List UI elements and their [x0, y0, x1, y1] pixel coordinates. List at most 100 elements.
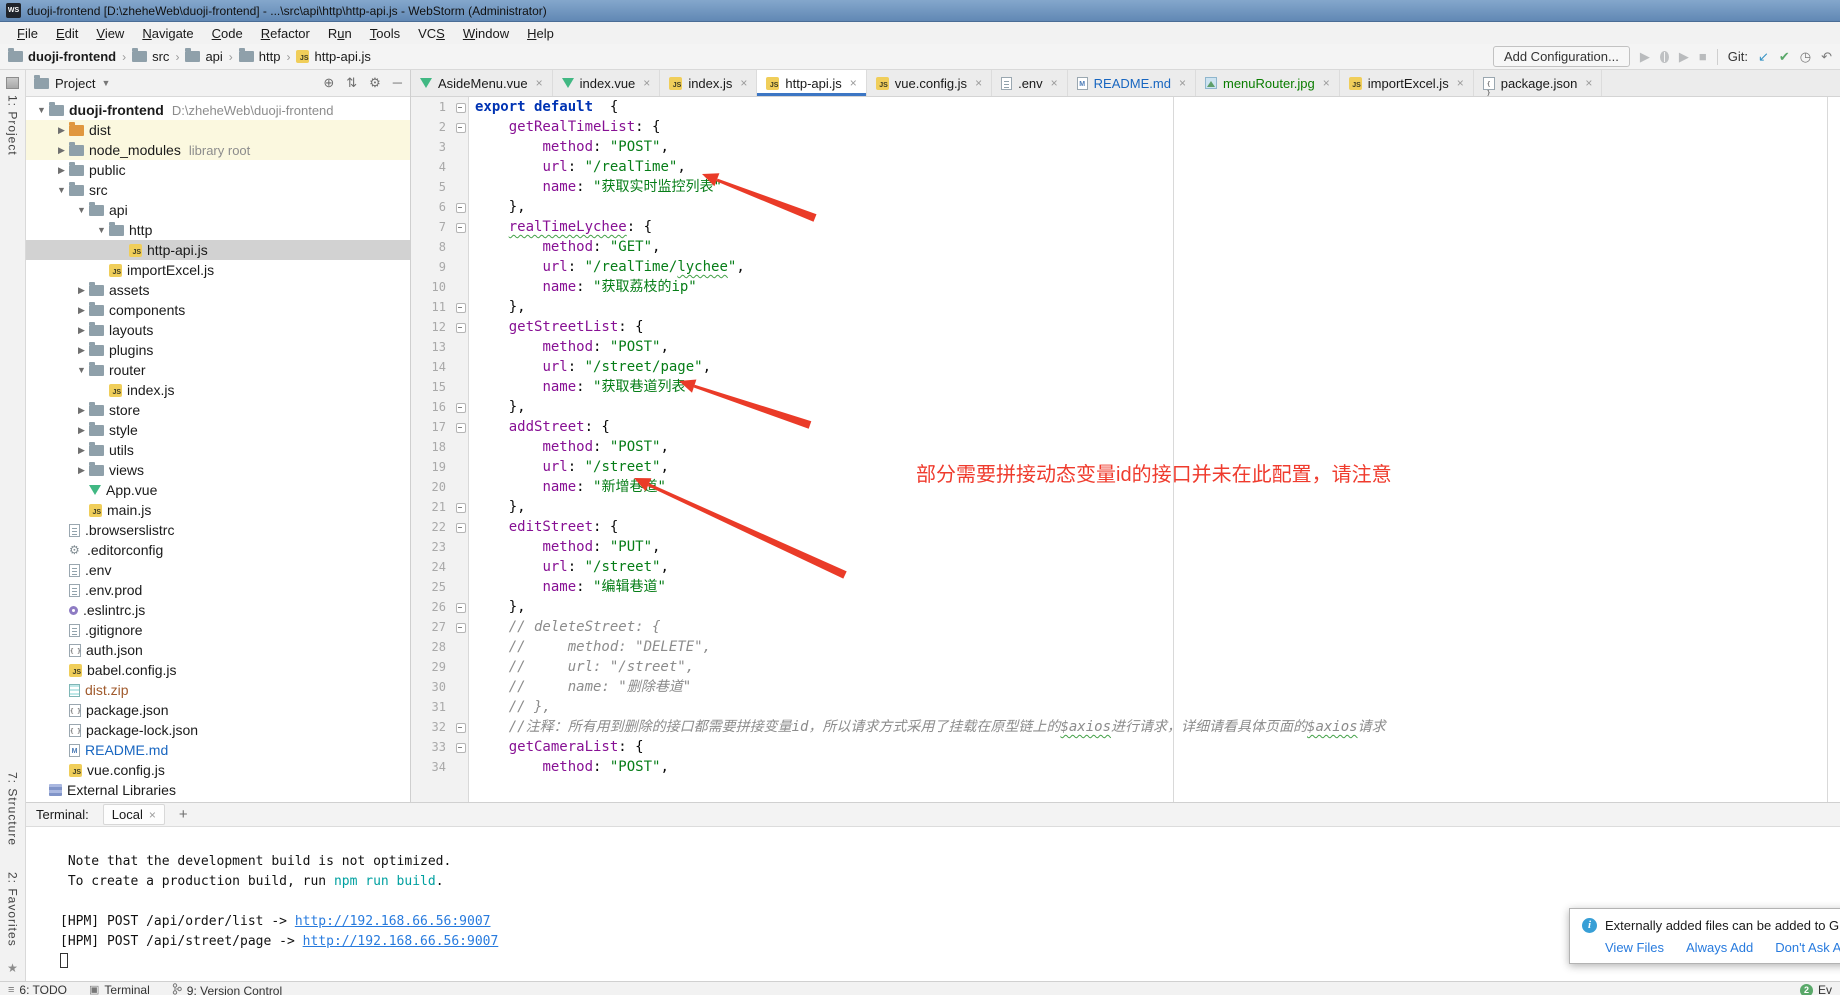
- menu-help[interactable]: Help: [518, 26, 563, 41]
- git-history-icon[interactable]: ◷: [1800, 49, 1811, 65]
- tree-item[interactable]: ▶dist: [26, 120, 410, 140]
- notification-action-always-add[interactable]: Always Add: [1686, 940, 1753, 955]
- editor-tab-asidemenu-vue[interactable]: AsideMenu.vue×: [411, 70, 553, 96]
- tree-item[interactable]: package.json: [26, 700, 410, 720]
- fold-marker-icon[interactable]: [453, 117, 469, 137]
- tree-toggle-icon[interactable]: ▶: [54, 125, 69, 136]
- fold-marker-icon[interactable]: [453, 297, 469, 317]
- breadcrumb-item[interactable]: src: [132, 49, 169, 64]
- tree-item[interactable]: App.vue: [26, 480, 410, 500]
- code-line[interactable]: 12 getStreetList: {: [411, 317, 1840, 337]
- close-icon[interactable]: ×: [536, 76, 543, 90]
- tree-item[interactable]: http-api.js: [26, 240, 410, 260]
- code-line[interactable]: 2 getRealTimeList: {: [411, 117, 1840, 137]
- tree-item[interactable]: vue.config.js: [26, 760, 410, 780]
- tree-toggle-icon[interactable]: ▶: [74, 345, 89, 356]
- code-line[interactable]: 17 addStreet: {: [411, 417, 1840, 437]
- code-line[interactable]: 6 },: [411, 197, 1840, 217]
- tree-item[interactable]: ▶views: [26, 460, 410, 480]
- tree-toggle-icon[interactable]: ▶: [74, 425, 89, 436]
- code-line[interactable]: 18 method: "POST",: [411, 437, 1840, 457]
- close-icon[interactable]: ×: [1051, 76, 1058, 90]
- editor-tab-vue-config-js[interactable]: vue.config.js×: [867, 70, 992, 96]
- tree-item[interactable]: ▶assets: [26, 280, 410, 300]
- menu-code[interactable]: Code: [203, 26, 252, 41]
- new-terminal-icon[interactable]: +: [179, 806, 188, 823]
- close-icon[interactable]: ×: [643, 76, 650, 90]
- code-line[interactable]: 33 getCameraList: {: [411, 737, 1840, 757]
- tree-item[interactable]: ▶store: [26, 400, 410, 420]
- code-line[interactable]: 11 },: [411, 297, 1840, 317]
- tree-toggle-icon[interactable]: ▼: [54, 185, 69, 195]
- locate-file-icon[interactable]: ⊕: [323, 75, 334, 91]
- fold-marker-icon[interactable]: [453, 617, 469, 637]
- fold-marker-icon[interactable]: [453, 517, 469, 537]
- tree-toggle-icon[interactable]: ▶: [54, 145, 69, 156]
- code-line[interactable]: 23 method: "PUT",: [411, 537, 1840, 557]
- hide-panel-icon[interactable]: ─: [393, 75, 402, 91]
- tree-item[interactable]: README.md: [26, 740, 410, 760]
- editor-tab-index-vue[interactable]: index.vue×: [553, 70, 661, 96]
- terminal-link[interactable]: http://192.168.66.56:9007: [295, 914, 491, 929]
- tree-toggle-icon[interactable]: ▶: [74, 285, 89, 296]
- fold-marker-icon[interactable]: [453, 97, 469, 117]
- project-tool-icon[interactable]: [6, 77, 19, 89]
- notification-action-view-files[interactable]: View Files: [1605, 940, 1664, 955]
- fold-marker-icon[interactable]: [453, 397, 469, 417]
- add-configuration-button[interactable]: Add Configuration...: [1493, 46, 1630, 67]
- stripe-structure-button[interactable]: 7: Structure: [6, 772, 20, 846]
- tree-toggle-icon[interactable]: ▶: [54, 165, 69, 176]
- code-line[interactable]: 15 name: "获取巷道列表": [411, 377, 1840, 397]
- collapse-all-icon[interactable]: ⇅: [346, 75, 357, 91]
- tree-item[interactable]: ▶style: [26, 420, 410, 440]
- code-line[interactable]: 3 method: "POST",: [411, 137, 1840, 157]
- close-icon[interactable]: ×: [1585, 76, 1592, 90]
- git-rollback-icon[interactable]: ↶: [1821, 49, 1832, 65]
- tree-item[interactable]: auth.json: [26, 640, 410, 660]
- close-icon[interactable]: ×: [975, 76, 982, 90]
- menu-edit[interactable]: Edit: [47, 26, 87, 41]
- tree-toggle-icon[interactable]: ▶: [74, 445, 89, 456]
- breadcrumb-item[interactable]: duoji-frontend: [8, 49, 116, 64]
- code-line[interactable]: 5 name: "获取实时监控列表": [411, 177, 1840, 197]
- debug-icon[interactable]: [1660, 51, 1669, 63]
- code-line[interactable]: 14 url: "/street/page",: [411, 357, 1840, 377]
- tree-toggle-icon[interactable]: ▼: [94, 225, 109, 235]
- tree-toggle-icon[interactable]: ▼: [74, 205, 89, 215]
- tree-toggle-icon[interactable]: ▶: [74, 305, 89, 316]
- tree-item[interactable]: ▶node_moduleslibrary root: [26, 140, 410, 160]
- editor-tab--env[interactable]: .env×: [992, 70, 1068, 96]
- code-line[interactable]: 1export default {: [411, 97, 1840, 117]
- code-line[interactable]: 8 method: "GET",: [411, 237, 1840, 257]
- statusbar-item-6-todo[interactable]: ≡6: TODO: [8, 983, 67, 995]
- code-line[interactable]: 22 editStreet: {: [411, 517, 1840, 537]
- tree-item[interactable]: .eslintrc.js: [26, 600, 410, 620]
- tree-item[interactable]: index.js: [26, 380, 410, 400]
- tree-item[interactable]: ▶layouts: [26, 320, 410, 340]
- code-line[interactable]: 29 // url: "/street",: [411, 657, 1840, 677]
- statusbar-item-terminal[interactable]: ▣Terminal: [89, 983, 150, 995]
- tree-toggle-icon[interactable]: ▶: [74, 405, 89, 416]
- project-panel-title[interactable]: Project: [55, 76, 95, 91]
- code-line[interactable]: 9 url: "/realTime/lychee",: [411, 257, 1840, 277]
- tree-item[interactable]: .gitignore: [26, 620, 410, 640]
- tree-toggle-icon[interactable]: ▶: [74, 465, 89, 476]
- tree-toggle-icon[interactable]: ▶: [74, 325, 89, 336]
- fold-marker-icon[interactable]: [453, 417, 469, 437]
- stripe-favorites-button[interactable]: 2: Favorites: [6, 872, 20, 947]
- fold-marker-icon[interactable]: [453, 217, 469, 237]
- editor-tab-readme-md[interactable]: README.md×: [1068, 70, 1196, 96]
- tree-item[interactable]: ▼http: [26, 220, 410, 240]
- code-line[interactable]: 13 method: "POST",: [411, 337, 1840, 357]
- menu-file[interactable]: File: [8, 26, 47, 41]
- stop-icon[interactable]: ■: [1699, 49, 1707, 65]
- code-line[interactable]: 32 //注释：所有用到删除的接口都需要拼接变量id，所以请求方式采用了挂载在原…: [411, 717, 1840, 737]
- code-line[interactable]: 24 url: "/street",: [411, 557, 1840, 577]
- run-icon[interactable]: ▶: [1640, 49, 1650, 65]
- code-line[interactable]: 27 // deleteStreet: {: [411, 617, 1840, 637]
- tree-item[interactable]: ▼src: [26, 180, 410, 200]
- tree-item[interactable]: ▶plugins: [26, 340, 410, 360]
- close-icon[interactable]: ×: [1179, 76, 1186, 90]
- panel-settings-gear-icon[interactable]: ⚙: [369, 75, 381, 91]
- fold-marker-icon[interactable]: [453, 717, 469, 737]
